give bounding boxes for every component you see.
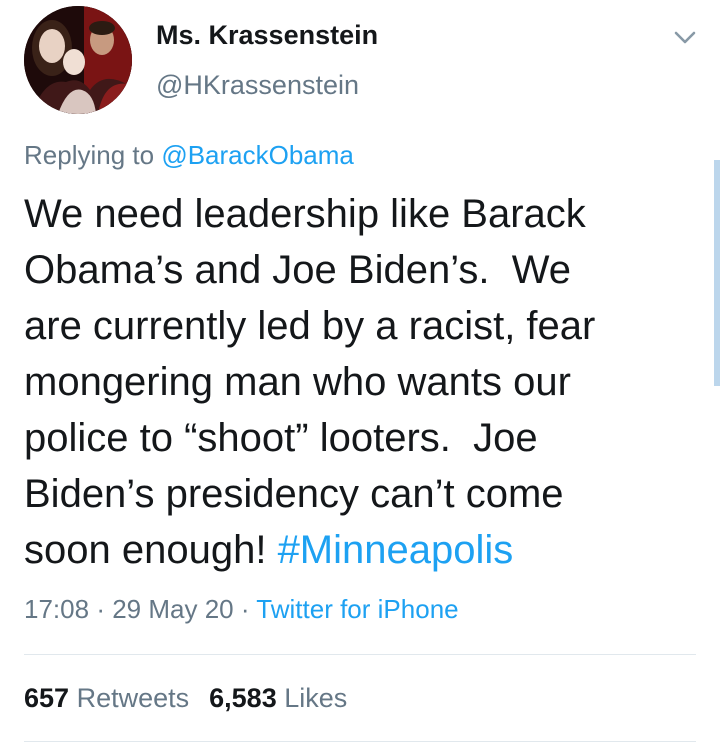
avatar[interactable]: [24, 6, 132, 114]
tweet-line: mongering man who wants our: [24, 360, 571, 404]
likes-stat[interactable]: 6,583 Likes: [209, 683, 347, 713]
tweet-line: We need leadership like Barack: [24, 192, 586, 236]
hashtag-link[interactable]: #Minneapolis: [278, 528, 514, 572]
display-name[interactable]: Ms. Krassenstein: [156, 20, 378, 51]
scrollbar[interactable]: [714, 160, 720, 386]
likes-count: 6,583: [209, 683, 277, 713]
chevron-down-icon: [674, 31, 696, 44]
retweets-stat[interactable]: 657 Retweets: [24, 683, 189, 713]
tweet-time: 17:08: [24, 594, 90, 624]
retweets-label: Retweets: [76, 683, 190, 713]
profile-photo: [24, 6, 132, 114]
tweet-line-text: soon enough!: [24, 528, 278, 572]
meta-separator: ·: [96, 594, 105, 624]
reply-mention-link[interactable]: @BarackObama: [161, 140, 354, 170]
likes-label: Likes: [284, 683, 348, 713]
meta-separator: ·: [240, 594, 250, 624]
tweet-line-last: soon enough! #Minneapolis: [24, 522, 684, 578]
tweet-meta: 17:08 · 29 May 20 · Twitter for iPhone: [24, 594, 459, 625]
tweet-menu-button[interactable]: [672, 24, 698, 50]
user-handle[interactable]: @HKrassenstein: [156, 70, 359, 101]
tweet-line: Biden’s presidency can’t come: [24, 472, 564, 516]
tweet-line: Obama’s and Joe Biden’s. We: [24, 248, 571, 292]
divider: [24, 654, 696, 655]
replying-to: Replying to @BarackObama: [24, 140, 354, 171]
tweet-source-link[interactable]: Twitter for iPhone: [256, 594, 458, 624]
divider: [24, 741, 696, 742]
tweet-text: We need leadership like Barack Obama’s a…: [24, 186, 684, 578]
replying-prefix: Replying to: [24, 140, 155, 170]
retweets-count: 657: [24, 683, 70, 713]
tweet-line: are currently led by a racist, fear: [24, 304, 596, 348]
tweet-date: 29 May 20: [112, 594, 234, 624]
tweet-line: police to “shoot” looters. Joe: [24, 416, 538, 460]
tweet-stats: 657 Retweets 6,583 Likes: [24, 683, 347, 714]
